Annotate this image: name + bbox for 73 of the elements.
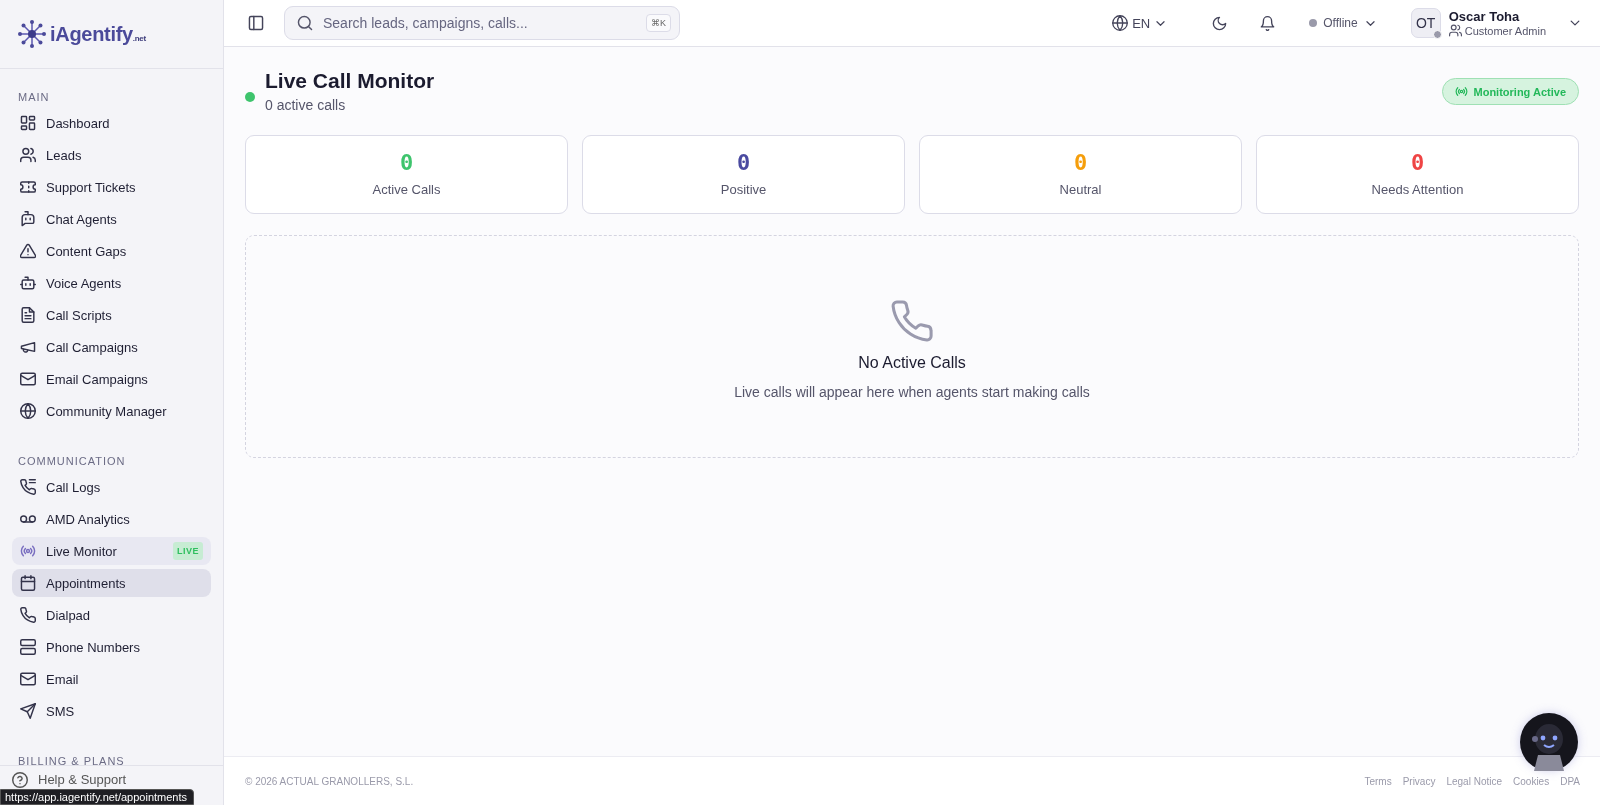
section-label: BILLING & PLANS bbox=[17, 754, 126, 765]
moon-icon bbox=[1211, 15, 1227, 31]
sidebar-toggle-icon bbox=[248, 15, 264, 31]
empty-state-title: No Active Calls bbox=[858, 353, 966, 372]
globe-icon bbox=[20, 403, 36, 419]
sidebar-item[interactable]: Dialpad bbox=[12, 601, 211, 629]
sidebar-item[interactable]: Call Campaigns bbox=[12, 333, 211, 361]
users-icon bbox=[20, 147, 36, 163]
search-input[interactable]: Search leads, campaigns, calls... bbox=[321, 14, 638, 32]
sidebar-item[interactable]: Call Scripts bbox=[12, 301, 211, 329]
bell-icon bbox=[1259, 15, 1275, 31]
sidebar-item[interactable]: Content Gaps bbox=[12, 237, 211, 265]
search-field[interactable]: Search leads, campaigns, calls... ⌘K bbox=[284, 6, 680, 40]
search-icon bbox=[297, 15, 313, 31]
language-selector[interactable]: EN bbox=[1106, 11, 1174, 35]
sidebar-item[interactable]: Leads bbox=[12, 141, 211, 169]
ticket-icon bbox=[20, 179, 36, 195]
stat-label: Active Calls bbox=[372, 182, 441, 197]
chat-bubble-icon bbox=[20, 211, 36, 227]
sidebar-item[interactable]: Community Manager bbox=[12, 397, 211, 425]
sidebar-item[interactable]: Phone Numbers bbox=[12, 633, 211, 661]
document-icon bbox=[20, 307, 36, 323]
status-selector[interactable]: Offline bbox=[1303, 12, 1383, 34]
page-subtitle: 0 active calls bbox=[265, 97, 347, 113]
empty-state-text: Live calls will appear here when agents start making calls bbox=[734, 383, 1090, 400]
robot-icon bbox=[20, 275, 36, 291]
stat-label: Neutral bbox=[1059, 182, 1102, 197]
logo-icon bbox=[18, 20, 46, 48]
live-badge: LIVE bbox=[173, 542, 203, 560]
broadcast-icon bbox=[1454, 85, 1468, 98]
warning-icon bbox=[20, 243, 36, 259]
phone-icon bbox=[20, 607, 36, 623]
link-preview-tooltip: https://app.iagentify.net/appointments bbox=[0, 789, 195, 805]
sidebar-item[interactable]: Chat Agents bbox=[12, 205, 211, 233]
broadcast-icon bbox=[20, 543, 36, 559]
user-menu[interactable]: OT Oscar Toha Customer Admin bbox=[1406, 6, 1586, 40]
chat-assistant-button[interactable] bbox=[1520, 713, 1578, 771]
sidebar-item[interactable]: Call Logs bbox=[12, 473, 211, 501]
envelope-icon bbox=[20, 371, 36, 387]
sidebar-item[interactable]: SMS bbox=[12, 697, 211, 725]
stat-label: Positive bbox=[720, 182, 767, 197]
shortcut-hint: ⌘K bbox=[646, 14, 671, 32]
page-title: Live Call Monitor bbox=[265, 69, 435, 93]
sidebar-item[interactable]: Dashboard bbox=[12, 109, 211, 137]
sidebar-item[interactable]: Email bbox=[12, 665, 211, 693]
sidebar-item[interactable]: Email Campaigns bbox=[12, 365, 211, 393]
grid-icon bbox=[20, 115, 36, 131]
brand-name[interactable]: iAgentify.net bbox=[50, 22, 146, 46]
server-icon bbox=[20, 639, 36, 655]
section-label: MAIN bbox=[17, 90, 51, 105]
stat-value: 0 bbox=[1073, 152, 1088, 174]
sidebar-item[interactable]: Appointments bbox=[12, 569, 211, 597]
stat-value: 0 bbox=[1410, 152, 1425, 174]
send-icon bbox=[20, 703, 36, 719]
calendar-icon bbox=[20, 575, 36, 591]
help-icon bbox=[12, 772, 28, 788]
stat-value: 0 bbox=[736, 152, 751, 174]
copyright-text: © 2026 ACTUAL GRANOLLERS, S.L. bbox=[245, 775, 414, 787]
sidebar-item[interactable]: Support Tickets bbox=[12, 173, 211, 201]
globe-icon bbox=[1112, 15, 1129, 31]
megaphone-icon bbox=[20, 339, 36, 355]
sidebar-item[interactable]: Voice Agents bbox=[12, 269, 211, 297]
sidebar-item[interactable]: AMD Analytics bbox=[12, 505, 211, 533]
avatar: OT bbox=[1410, 8, 1441, 38]
monitoring-status-badge: Monitoring Active bbox=[1441, 78, 1579, 105]
phone-icon bbox=[891, 299, 933, 342]
sidebar-item[interactable]: Live Monitor LIVE bbox=[12, 537, 211, 565]
phone-icon bbox=[20, 479, 36, 495]
users-icon bbox=[1448, 24, 1462, 37]
stat-value: 0 bbox=[399, 152, 414, 174]
envelope-icon bbox=[20, 671, 36, 687]
stat-label: Needs Attention bbox=[1371, 182, 1464, 197]
section-label: COMMUNICATION bbox=[17, 454, 127, 469]
